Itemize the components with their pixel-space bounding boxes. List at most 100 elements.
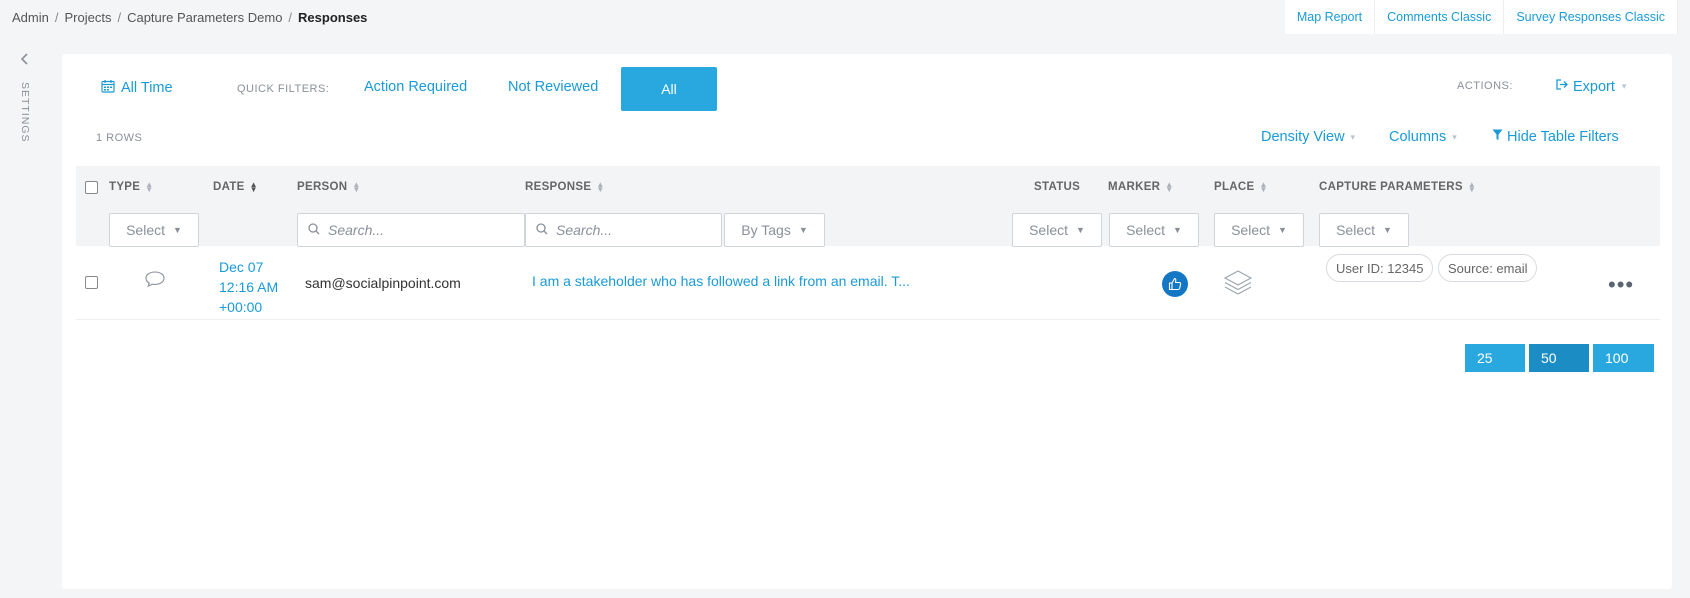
row-checkbox[interactable] bbox=[85, 276, 98, 289]
export-icon bbox=[1555, 78, 1568, 95]
hide-table-filters-button[interactable]: Hide Table Filters bbox=[1492, 129, 1619, 145]
comments-classic-link[interactable]: Comments Classic bbox=[1375, 0, 1505, 34]
filter-bar: All Time QUICK FILTERS: Action Required … bbox=[62, 54, 1672, 124]
thumbs-up-icon bbox=[1162, 271, 1188, 297]
export-button[interactable]: Export ▾ bbox=[1555, 78, 1626, 95]
caret-down-icon: ▼ bbox=[1076, 225, 1085, 235]
calendar-icon bbox=[101, 79, 115, 97]
caret-down-icon: ▾ bbox=[1350, 131, 1356, 142]
breadcrumb-item-project[interactable]: Capture Parameters Demo bbox=[127, 10, 282, 25]
caret-down-icon: ▼ bbox=[798, 225, 808, 235]
breadcrumb-separator: / bbox=[117, 10, 122, 25]
map-report-link[interactable]: Map Report bbox=[1284, 0, 1376, 34]
survey-responses-classic-link[interactable]: Survey Responses Classic bbox=[1504, 0, 1678, 34]
page-size-50[interactable]: 50 bbox=[1529, 344, 1589, 372]
page-size-100[interactable]: 100 bbox=[1593, 344, 1654, 372]
caret-down-icon: ▼ bbox=[1173, 225, 1182, 235]
column-header-response[interactable]: RESPONSE ▲ ▼ bbox=[525, 180, 605, 194]
quick-filter-action-required[interactable]: Action Required bbox=[364, 79, 467, 95]
breadcrumb-separator: / bbox=[54, 10, 59, 25]
density-view-label: Density View bbox=[1261, 129, 1345, 145]
responses-panel: All Time QUICK FILTERS: Action Required … bbox=[62, 54, 1672, 589]
caret-down-icon: ▼ bbox=[1383, 225, 1392, 235]
table-row[interactable]: Dec 07 12:16 AM +00:00 sam@socialpinpoin… bbox=[76, 246, 1660, 320]
caret-down-icon: ▾ bbox=[1452, 131, 1457, 142]
filter-icon bbox=[1492, 129, 1503, 145]
column-header-capture-parameters[interactable]: CAPTURE PARAMETERS ▲ ▼ bbox=[1319, 180, 1477, 194]
tags-filter-value: By Tags bbox=[741, 222, 791, 238]
column-header-date[interactable]: DATE ▲ ▼ bbox=[213, 180, 258, 194]
person-search-input[interactable]: Search... bbox=[297, 213, 525, 247]
sort-icon: ▲ ▼ bbox=[352, 180, 361, 194]
timezone-line: +00:00 bbox=[219, 299, 263, 315]
response-search-input[interactable]: Search... bbox=[525, 213, 722, 247]
layers-icon bbox=[1223, 269, 1253, 300]
top-links: Map Report Comments Classic Survey Respo… bbox=[1284, 0, 1678, 34]
breadcrumb-item-admin[interactable]: Admin bbox=[12, 10, 49, 25]
place-filter-select[interactable]: Select ▼ bbox=[1214, 213, 1304, 247]
column-header-marker[interactable]: MARKER ▲ ▼ bbox=[1108, 181, 1174, 194]
breadcrumb-current: Responses bbox=[298, 10, 368, 25]
export-label: Export bbox=[1573, 78, 1615, 95]
marker-filter-value: Select bbox=[1126, 222, 1165, 238]
quick-filters-label: QUICK FILTERS: bbox=[237, 83, 330, 95]
search-icon bbox=[308, 222, 320, 238]
caret-down-icon: ▼ bbox=[173, 225, 182, 235]
columns-button[interactable]: Columns ▾ bbox=[1389, 129, 1457, 145]
sort-icon: ▲ ▼ bbox=[596, 180, 605, 194]
more-icon[interactable]: ••• bbox=[1608, 272, 1634, 298]
caret-down-icon: ▼ bbox=[1278, 225, 1287, 235]
column-place-label: PLACE bbox=[1214, 181, 1255, 193]
time-line: 12:16 AM bbox=[219, 279, 279, 295]
comment-icon bbox=[144, 270, 166, 291]
column-header-status[interactable]: STATUS bbox=[1034, 181, 1080, 193]
caret-down-icon: ▾ bbox=[1621, 81, 1627, 91]
column-header-place[interactable]: PLACE ▲ ▼ bbox=[1214, 180, 1268, 194]
type-filter-select[interactable]: Select ▼ bbox=[109, 213, 199, 247]
column-person-label: PERSON bbox=[297, 181, 348, 193]
select-all-checkbox[interactable] bbox=[85, 181, 98, 194]
row-count: 1 ROWS bbox=[96, 132, 143, 144]
place-filter-value: Select bbox=[1231, 222, 1270, 238]
column-date-label: DATE bbox=[213, 181, 245, 193]
column-status-label: STATUS bbox=[1034, 181, 1081, 193]
column-header-type[interactable]: TYPE ▲ ▼ bbox=[109, 181, 153, 194]
settings-label: SETTINGS bbox=[19, 82, 31, 143]
settings-tab[interactable]: SETTINGS bbox=[18, 82, 32, 143]
density-view-button[interactable]: Density View ▾ bbox=[1261, 129, 1355, 145]
person-search-placeholder: Search... bbox=[328, 222, 385, 238]
sort-icon: ▲ ▼ bbox=[1467, 180, 1477, 194]
response-search-placeholder: Search... bbox=[556, 222, 613, 238]
chevron-left-icon[interactable] bbox=[20, 52, 30, 68]
breadcrumb: Admin / Projects / Capture Parameters De… bbox=[12, 10, 367, 25]
breadcrumb-separator: / bbox=[288, 10, 293, 25]
column-marker-label: MARKER bbox=[1108, 181, 1161, 193]
search-icon bbox=[536, 222, 548, 238]
column-capture-parameters-label: CAPTURE PARAMETERS bbox=[1319, 181, 1463, 193]
date-range-label: All Time bbox=[121, 80, 173, 96]
column-response-label: RESPONSE bbox=[525, 181, 592, 193]
hide-table-filters-label: Hide Table Filters bbox=[1507, 129, 1619, 145]
quick-filter-not-reviewed[interactable]: Not Reviewed bbox=[508, 79, 598, 95]
capture-parameter-chip: User ID: 12345 bbox=[1326, 254, 1434, 282]
person-email: sam@socialpinpoint.com bbox=[305, 275, 461, 291]
actions-label: ACTIONS: bbox=[1457, 80, 1513, 92]
capture-parameters-filter-select[interactable]: Select ▼ bbox=[1319, 213, 1409, 247]
capture-parameters-filter-value: Select bbox=[1336, 222, 1375, 238]
breadcrumb-item-projects[interactable]: Projects bbox=[64, 10, 111, 25]
tags-filter-select[interactable]: By Tags ▼ bbox=[724, 213, 825, 247]
sort-icon: ▲ ▼ bbox=[1259, 180, 1268, 194]
status-filter-value: Select bbox=[1029, 222, 1068, 238]
quick-filter-all[interactable]: All bbox=[621, 67, 717, 111]
marker-filter-select[interactable]: Select ▼ bbox=[1109, 213, 1199, 247]
column-type-label: TYPE bbox=[109, 181, 141, 193]
columns-label: Columns bbox=[1389, 129, 1447, 145]
column-header-person[interactable]: PERSON ▲ ▼ bbox=[297, 180, 361, 194]
capture-parameter-chip: Source: email bbox=[1438, 254, 1538, 282]
sort-icon: ▲ ▼ bbox=[249, 180, 258, 194]
page-size-25[interactable]: 25 bbox=[1465, 344, 1525, 372]
date-link[interactable]: Dec 07 12:16 AM +00:00 bbox=[219, 257, 278, 317]
status-filter-select[interactable]: Select ▼ bbox=[1012, 213, 1102, 247]
response-link[interactable]: I am a stakeholder who has followed a li… bbox=[532, 273, 910, 289]
date-range-button[interactable]: All Time bbox=[101, 79, 173, 97]
